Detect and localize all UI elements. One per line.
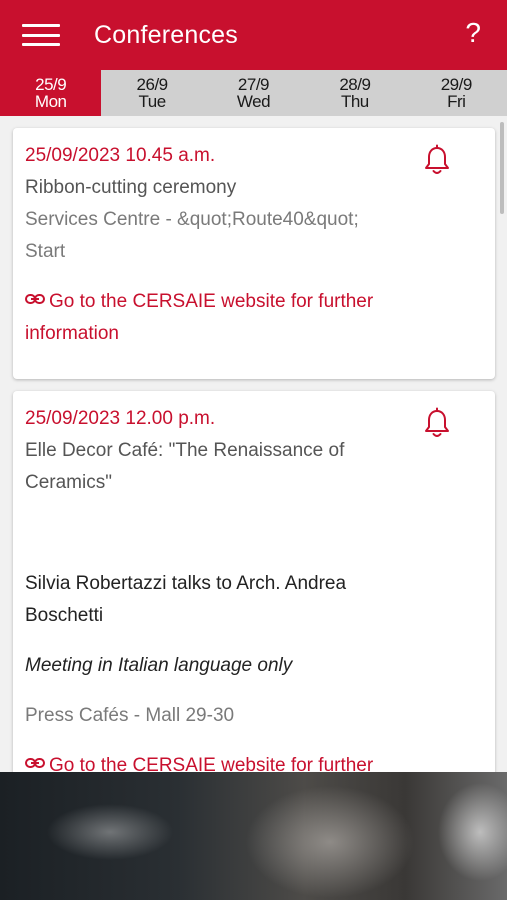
bell-icon[interactable] <box>423 144 451 176</box>
event-title-continued: Ceramics" <box>25 472 112 493</box>
tab-day-2[interactable]: 26/9 Tue <box>101 70 202 116</box>
language-note: Meeting in Italian language only <box>25 655 293 676</box>
event-description-continued: Boschetti <box>25 605 104 626</box>
hamburger-menu-icon[interactable] <box>22 22 60 48</box>
event-datetime: 25/09/2023 12.00 p.m. <box>25 408 216 429</box>
link-icon <box>25 758 45 768</box>
tab-weekday: Mon <box>34 92 67 111</box>
app-bar: Conferences ? <box>0 0 507 70</box>
event-place: Services Centre - &quot;Route40&quot; <box>25 209 359 230</box>
day-tabs: 25/9 Mon 26/9 Tue 27/9 Wed 28/9 Thu 29/9… <box>0 70 507 116</box>
tab-weekday: Wed <box>236 92 271 111</box>
scrollbar[interactable] <box>500 122 504 214</box>
tab-weekday: Tue <box>138 92 167 111</box>
event-card: 25/09/2023 10.45 a.m. Ribbon-cutting cer… <box>13 128 495 379</box>
tab-date: 26/9 <box>136 75 169 94</box>
tab-day-3[interactable]: 27/9 Wed <box>203 70 304 116</box>
tab-day-4[interactable]: 28/9 Thu <box>304 70 405 116</box>
link-icon <box>25 294 45 304</box>
event-title: Elle Decor Café: "The Renaissance of <box>25 440 345 461</box>
event-card: 25/09/2023 12.00 p.m. Elle Decor Café: "… <box>13 391 495 776</box>
event-datetime: 25/09/2023 10.45 a.m. <box>25 145 216 166</box>
website-link-text: Go to the CERSAIE website for further <box>49 291 374 312</box>
event-title: Ribbon-cutting ceremony <box>25 177 237 198</box>
help-button[interactable]: ? <box>465 18 481 48</box>
tab-day-1[interactable]: 25/9 Mon <box>0 70 102 116</box>
event-description: Silvia Robertazzi talks to Arch. Andrea <box>25 573 347 594</box>
event-place-detail: Start <box>25 241 66 262</box>
tab-day-5[interactable]: 29/9 Fri <box>406 70 507 116</box>
tab-date: 29/9 <box>440 75 473 94</box>
tab-weekday: Fri <box>447 92 466 111</box>
website-link[interactable]: Go to the CERSAIE website for further <box>25 286 483 318</box>
bell-icon[interactable] <box>423 407 451 439</box>
ad-banner[interactable] <box>0 772 507 900</box>
tab-date: 25/9 <box>35 75 67 94</box>
event-place: Press Cafés - Mall 29-30 <box>25 705 235 726</box>
tab-date: 27/9 <box>237 75 270 94</box>
page-title: Conferences <box>94 20 238 49</box>
website-link-continued[interactable]: information <box>25 318 483 350</box>
tab-date: 28/9 <box>339 75 371 94</box>
event-list[interactable]: 25/09/2023 10.45 a.m. Ribbon-cutting cer… <box>0 116 507 776</box>
tab-weekday: Thu <box>340 92 369 111</box>
